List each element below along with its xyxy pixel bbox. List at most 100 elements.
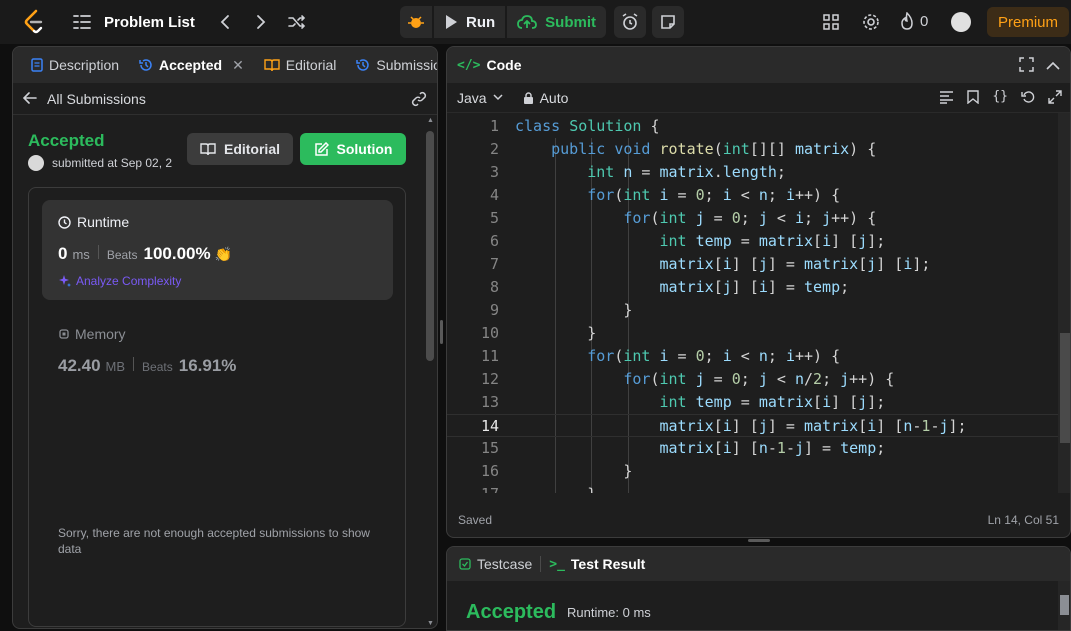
tab-accepted[interactable]: Accepted ✕ bbox=[133, 57, 250, 74]
gear-icon[interactable] bbox=[857, 8, 885, 36]
test-scrollbar[interactable] bbox=[1058, 581, 1070, 630]
tab-test-result-label: Test Result bbox=[570, 556, 646, 572]
vertical-resize-handle[interactable] bbox=[440, 320, 443, 344]
line-number: 3 bbox=[489, 163, 499, 181]
chevron-down-icon bbox=[493, 94, 503, 101]
scroll-down-icon[interactable]: ▼ bbox=[427, 620, 434, 627]
code-line[interactable]: 7 matrix[i] [j] = matrix[j] [i]; bbox=[447, 253, 1059, 276]
streak-counter[interactable]: 0 bbox=[900, 12, 928, 30]
fullscreen-icon[interactable] bbox=[1019, 57, 1034, 75]
runtime-value: 0 bbox=[58, 244, 68, 263]
leetcode-logo-icon[interactable] bbox=[22, 9, 46, 35]
memory-label: Memory bbox=[75, 326, 126, 342]
tab-testcase[interactable]: Testcase bbox=[459, 556, 532, 572]
format-icon[interactable] bbox=[939, 90, 954, 107]
link-icon[interactable] bbox=[411, 91, 427, 110]
clock-icon bbox=[58, 215, 71, 229]
layout-grid-icon[interactable] bbox=[817, 8, 845, 36]
code-line[interactable]: 2 public void rotate(int[][] matrix) { bbox=[447, 138, 1059, 161]
notes-button[interactable] bbox=[652, 6, 684, 38]
history-icon bbox=[356, 59, 370, 71]
book-icon bbox=[200, 143, 216, 156]
editor-scrollbar-thumb[interactable] bbox=[1060, 333, 1070, 443]
runtime-label: Runtime bbox=[77, 214, 130, 230]
tab-description[interactable]: Description bbox=[25, 57, 125, 73]
empty-distribution-message: Sorry, there are not enough accepted sub… bbox=[58, 526, 370, 556]
code-line[interactable]: 6 int temp = matrix[i] [j]; bbox=[447, 230, 1059, 253]
runtime-beats-label: Beats bbox=[106, 248, 138, 262]
run-button[interactable]: Run bbox=[434, 6, 506, 38]
line-number: 11 bbox=[480, 347, 499, 365]
run-label: Run bbox=[466, 13, 496, 31]
all-submissions-link[interactable]: All Submissions bbox=[47, 91, 146, 107]
code-line[interactable]: 5 for(int j = 0; j < i; j++) { bbox=[447, 207, 1059, 230]
bookmark-icon[interactable] bbox=[967, 90, 980, 107]
divider bbox=[133, 357, 135, 371]
editor-scrollbar[interactable] bbox=[1058, 113, 1070, 493]
code-editor[interactable]: 1 class Solution {2 public void rotate(in… bbox=[447, 113, 1059, 493]
solution-button-label: Solution bbox=[336, 141, 393, 157]
test-result-status: Accepted bbox=[466, 601, 557, 623]
lock-icon bbox=[523, 91, 533, 104]
list-icon[interactable] bbox=[68, 8, 96, 36]
code-line[interactable]: 3 int n = matrix.length; bbox=[447, 161, 1059, 184]
memory-heading[interactable]: Memory bbox=[58, 326, 126, 342]
analyze-complexity-link[interactable]: Analyze Complexity bbox=[58, 274, 181, 288]
play-icon bbox=[446, 15, 457, 29]
shuffle-icon[interactable] bbox=[283, 8, 311, 36]
code-text: int temp = matrix[i] [j]; bbox=[659, 232, 886, 250]
code-line[interactable]: 14 matrix[i] [j] = matrix[i] [n-1-j]; bbox=[447, 414, 1059, 437]
code-line[interactable]: 16 } bbox=[447, 460, 1059, 483]
left-scrollbar-thumb[interactable] bbox=[426, 131, 434, 361]
line-number: 13 bbox=[480, 393, 499, 411]
tab-editorial[interactable]: Editorial bbox=[258, 57, 343, 73]
left-scrollbar[interactable]: ▲ ▼ bbox=[425, 117, 435, 627]
debug-button[interactable] bbox=[400, 6, 432, 38]
tab-test-result[interactable]: >_ Test Result bbox=[549, 556, 645, 572]
code-line[interactable]: 8 matrix[j] [i] = temp; bbox=[447, 276, 1059, 299]
arrow-left-icon[interactable] bbox=[22, 91, 37, 107]
code-line[interactable]: 10 } bbox=[447, 322, 1059, 345]
code-line[interactable]: 17 } bbox=[447, 483, 1059, 493]
submission-panel: Description Accepted ✕ Editorial Submiss… bbox=[12, 46, 438, 629]
line-number: 8 bbox=[489, 278, 499, 296]
submit-button[interactable]: Submit bbox=[507, 6, 607, 38]
code-header: </> Code bbox=[447, 47, 1070, 83]
code-text: } bbox=[515, 301, 633, 319]
user-avatar[interactable] bbox=[951, 12, 971, 32]
close-icon[interactable]: ✕ bbox=[232, 57, 244, 74]
checkbox-icon bbox=[459, 558, 471, 570]
code-text: public void rotate(int[][] matrix) { bbox=[551, 140, 877, 158]
premium-button[interactable]: Premium bbox=[987, 7, 1069, 37]
code-line[interactable]: 9 } bbox=[447, 299, 1059, 322]
test-scrollbar-thumb[interactable] bbox=[1060, 595, 1069, 615]
scroll-up-icon[interactable]: ▲ bbox=[427, 117, 434, 124]
chevron-up-icon[interactable] bbox=[1046, 58, 1060, 74]
tab-description-label: Description bbox=[49, 57, 120, 73]
expand-icon[interactable] bbox=[1048, 90, 1062, 107]
submit-label: Submit bbox=[545, 13, 597, 31]
code-line[interactable]: 1 class Solution { bbox=[447, 115, 1059, 138]
chip-icon bbox=[59, 329, 69, 339]
code-text: matrix[i] [j] = matrix[j] [i]; bbox=[659, 255, 931, 273]
braces-icon[interactable]: {} bbox=[992, 90, 1008, 107]
problem-list-link[interactable]: Problem List bbox=[104, 14, 195, 31]
code-icon: </> bbox=[457, 57, 481, 73]
code-line[interactable]: 4 for(int i = 0; i < n; i++) { bbox=[447, 184, 1059, 207]
chevron-left-icon[interactable] bbox=[211, 8, 239, 36]
solution-button[interactable]: Solution bbox=[300, 133, 406, 165]
auto-mode[interactable]: Auto bbox=[523, 90, 568, 106]
editorial-button[interactable]: Editorial bbox=[187, 133, 293, 165]
code-line[interactable]: 13 int temp = matrix[i] [j]; bbox=[447, 391, 1059, 414]
submission-status: Accepted bbox=[28, 131, 105, 150]
reset-icon[interactable] bbox=[1021, 90, 1035, 107]
tab-submissions[interactable]: Submissions bbox=[350, 57, 437, 73]
code-line[interactable]: 12 for(int j = 0; j < n/2; j++) { bbox=[447, 368, 1059, 391]
alarm-clock-button[interactable] bbox=[614, 6, 646, 38]
runtime-card[interactable]: Runtime 0 ms Beats 100.00% 👏 Analyze Com… bbox=[42, 200, 393, 300]
panel-resize-handle[interactable] bbox=[748, 539, 770, 542]
chevron-right-icon[interactable] bbox=[247, 8, 275, 36]
code-line[interactable]: 11 for(int i = 0; i < n; i++) { bbox=[447, 345, 1059, 368]
language-select[interactable]: Java bbox=[457, 90, 503, 106]
code-line[interactable]: 15 matrix[i] [n-1-j] = temp; bbox=[447, 437, 1059, 460]
